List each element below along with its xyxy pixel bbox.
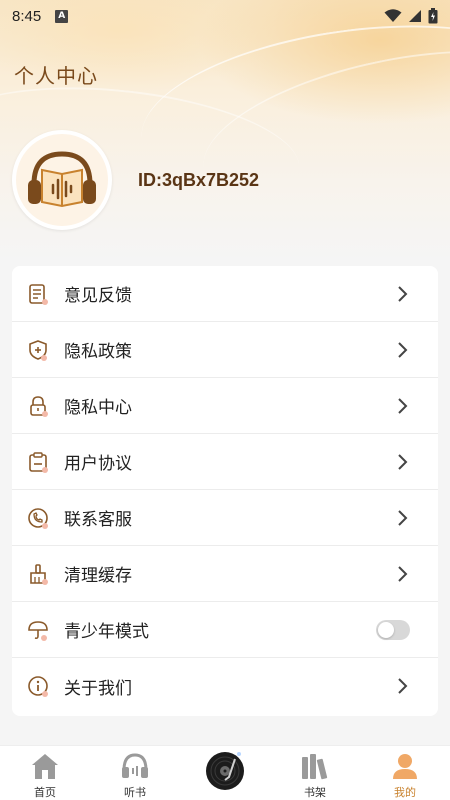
settings-menu: 意见反馈 隐私政策 隐私中心 用户协议 联系客服 清理缓存 青少年模式 关于我们 [12, 266, 438, 716]
chevron-right-icon [398, 678, 408, 694]
chevron-right-icon [398, 342, 408, 358]
menu-item-label: 青少年模式 [64, 622, 149, 642]
nav-label: 我的 [394, 786, 416, 799]
nav-label: 书架 [304, 786, 326, 799]
chevron-right-icon [398, 286, 408, 302]
chevron-right-icon [398, 454, 408, 470]
menu-item-contact-support[interactable]: 联系客服 [12, 490, 438, 546]
menu-item-feedback[interactable]: 意见反馈 [12, 266, 438, 322]
chevron-right-icon [398, 398, 408, 414]
status-bar: 8:45 A [0, 0, 450, 32]
toggle-knob [378, 622, 394, 638]
signal-icon [409, 10, 421, 22]
nav-label: 听书 [124, 786, 146, 799]
headphones-book-logo-icon [28, 151, 96, 208]
shield-plus-icon [26, 338, 50, 362]
menu-item-teen-mode: 青少年模式 [12, 602, 438, 658]
teen-mode-toggle[interactable] [376, 620, 410, 640]
user-id: ID:3qBx7B252 [138, 170, 260, 190]
menu-item-about-us[interactable]: 关于我们 [12, 658, 438, 714]
nav-listen[interactable]: 听书 [90, 746, 180, 800]
headphones-icon [119, 750, 151, 782]
nav-label: 首页 [34, 786, 56, 799]
person-icon [389, 750, 421, 782]
nav-player[interactable] [180, 746, 270, 800]
menu-item-clear-cache[interactable]: 清理缓存 [12, 546, 438, 602]
menu-item-privacy-center[interactable]: 隐私中心 [12, 378, 438, 434]
nav-bookshelf[interactable]: 书架 [270, 746, 360, 800]
page-title: 个人中心 [14, 64, 98, 88]
phone-icon [26, 506, 50, 530]
home-icon [29, 750, 61, 782]
chevron-right-icon [398, 510, 408, 526]
bookshelf-icon [299, 750, 331, 782]
menu-item-label: 关于我们 [64, 678, 132, 699]
clipboard-icon [26, 450, 50, 474]
info-icon [26, 674, 50, 698]
menu-item-label: 隐私政策 [64, 342, 132, 362]
menu-item-label: 用户协议 [64, 454, 132, 474]
menu-item-label: 意见反馈 [64, 286, 132, 306]
lock-icon [26, 394, 50, 418]
umbrella-icon [26, 618, 50, 642]
menu-item-label: 联系客服 [64, 510, 132, 530]
avatar[interactable] [12, 130, 112, 230]
notification-a-icon: A [55, 9, 69, 23]
nav-home[interactable]: 首页 [0, 746, 90, 800]
battery-icon [428, 8, 438, 24]
menu-item-user-agreement[interactable]: 用户协议 [12, 434, 438, 490]
nav-mine[interactable]: 我的 [360, 746, 450, 800]
feedback-icon [26, 282, 50, 306]
broom-icon [26, 562, 50, 586]
chevron-right-icon [398, 566, 408, 582]
menu-item-label: 隐私中心 [64, 398, 132, 418]
wifi-icon [384, 9, 402, 22]
vinyl-disc-icon [206, 752, 244, 790]
bottom-navigation: 首页 听书 书架 我的 [0, 745, 450, 800]
status-time: 8:45 [12, 7, 42, 25]
menu-item-privacy-policy[interactable]: 隐私政策 [12, 322, 438, 378]
menu-item-label: 清理缓存 [64, 566, 132, 586]
